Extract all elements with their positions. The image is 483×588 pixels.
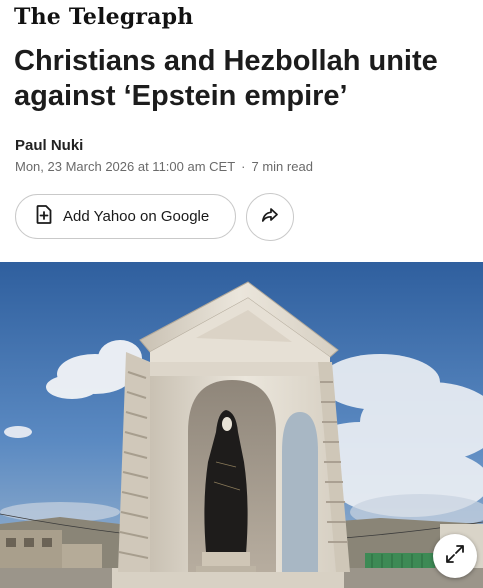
share-arrow-icon xyxy=(261,207,279,228)
expand-image-button[interactable] xyxy=(433,534,477,578)
article-headline: Christians and Hezbollah unite against ‘… xyxy=(14,45,438,112)
hero-photo xyxy=(0,262,483,588)
add-yahoo-on-google-button[interactable]: Add Yahoo on Google xyxy=(15,194,236,239)
share-button[interactable] xyxy=(246,193,294,241)
telegraph-logo[interactable]: The Telegraph xyxy=(14,4,193,30)
byline: Paul Nuki Mon, 23 March 2026 at 11:00 am… xyxy=(15,137,313,174)
article-page: The Telegraph Christians and Hezbollah u… xyxy=(0,0,483,588)
add-document-icon xyxy=(36,204,52,229)
meta-separator: · xyxy=(241,159,246,174)
read-time: 7 min read xyxy=(251,159,313,174)
author-name[interactable]: Paul Nuki xyxy=(15,137,313,154)
publish-date: Mon, 23 March 2026 at 11:00 am CET xyxy=(15,159,236,174)
article-meta: Mon, 23 March 2026 at 11:00 am CET · 7 min… xyxy=(15,159,313,174)
expand-icon xyxy=(445,544,465,569)
hero-image[interactable] xyxy=(0,262,483,588)
add-yahoo-on-google-label: Add Yahoo on Google xyxy=(63,208,210,225)
